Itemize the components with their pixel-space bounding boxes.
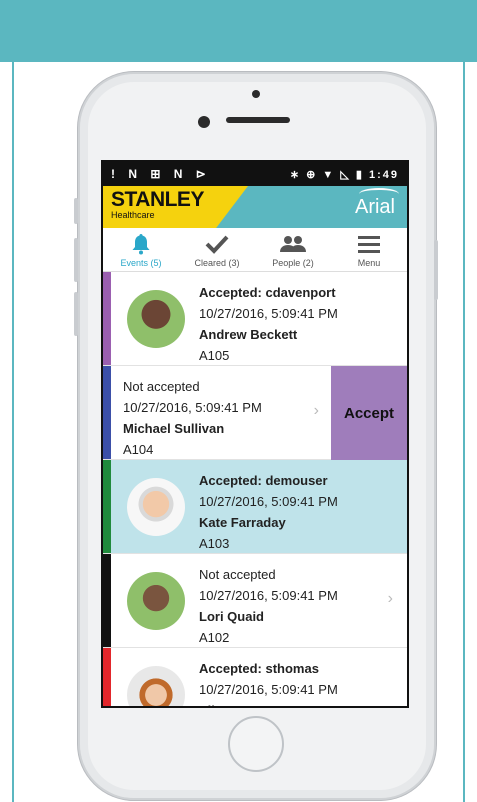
phone-screen: ! N ⊞ N ⊳ ∗ ⊕ ▼ ◺ ▮ 1:49 STANLEY Healthc… (101, 160, 409, 708)
tab-events[interactable]: Events (5) (103, 228, 179, 271)
chevron-right-icon: › (387, 590, 393, 607)
avatar (127, 290, 185, 348)
event-datetime: 10/27/2016, 5:09:41 PM (199, 682, 338, 697)
people-icon (279, 232, 307, 256)
event-datetime: 10/27/2016, 5:09:41 PM (199, 588, 338, 603)
event-datetime: 10/27/2016, 5:09:41 PM (199, 306, 338, 321)
tab-events-label: Events (5) (120, 258, 162, 268)
android-status-bar: ! N ⊞ N ⊳ ∗ ⊕ ▼ ◺ ▮ 1:49 (103, 162, 407, 186)
event-text: Accepted: cdavenport 10/27/2016, 5:09:41… (199, 272, 338, 365)
event-status: Accepted: cdavenport (199, 285, 336, 300)
system-icons: ∗ ⊕ ▼ ◺ ▮ 1:49 (290, 168, 399, 181)
event-person: Michael Sullivan (123, 421, 225, 436)
event-room: A102 (199, 630, 230, 645)
avatar (127, 572, 185, 630)
tab-cleared-label: Cleared (3) (194, 258, 240, 268)
front-camera (198, 116, 210, 128)
priority-bar (103, 272, 111, 365)
accept-button[interactable]: Accept (331, 366, 407, 460)
hamburger-menu-icon (358, 232, 380, 256)
tab-cleared[interactable]: Cleared (3) (179, 228, 255, 271)
event-text: Not accepted 10/27/2016, 5:09:41 PM Mich… (111, 366, 262, 459)
stanley-healthcare-logo: STANLEY Healthcare (103, 186, 248, 228)
priority-bar (103, 460, 111, 553)
proximity-sensor (252, 90, 260, 98)
avatar (127, 478, 185, 536)
event-datetime: 10/27/2016, 5:09:41 PM (199, 494, 338, 509)
event-person: Kate Farraday (199, 515, 286, 530)
brand-sub: Healthcare (111, 210, 155, 220)
bell-icon (131, 232, 151, 256)
brand-name: STANLEY (111, 188, 204, 211)
tab-bar: Events (5) Cleared (3) People (2) Menu (103, 228, 407, 272)
event-row[interactable]: Not accepted 10/27/2016, 5:09:41 PM Mich… (103, 366, 407, 460)
tab-menu[interactable]: Menu (331, 228, 407, 271)
priority-bar (103, 554, 111, 647)
event-row[interactable]: Accepted: sthomas 10/27/2016, 5:09:41 PM… (103, 648, 407, 706)
phone-volume-down (74, 292, 78, 336)
event-list: Accepted: cdavenport 10/27/2016, 5:09:41… (103, 272, 407, 706)
priority-bar (103, 648, 111, 706)
event-text: Accepted: sthomas 10/27/2016, 5:09:41 PM… (199, 648, 338, 706)
arial-logo: Arial (355, 188, 399, 219)
phone-power-button (434, 240, 438, 300)
tab-people[interactable]: People (2) (255, 228, 331, 271)
phone-volume-up (74, 238, 78, 282)
avatar (127, 666, 185, 706)
notification-icons: ! N ⊞ N ⊳ (111, 167, 211, 181)
event-text: Accepted: demouser 10/27/2016, 5:09:41 P… (199, 460, 338, 553)
bluetooth-wifi-signal-battery-icons: ∗ ⊕ ▼ ◺ ▮ (289, 168, 364, 181)
event-room: A104 (123, 442, 154, 457)
event-room: A105 (199, 348, 230, 363)
event-person: Elise Graves (199, 700, 338, 706)
home-button[interactable] (228, 716, 284, 772)
event-person: Lori Quaid (199, 609, 264, 624)
event-row[interactable]: Accepted: demouser 10/27/2016, 5:09:41 P… (103, 460, 407, 554)
earpiece-speaker (226, 117, 290, 123)
brand-header: STANLEY Healthcare Arial (103, 186, 407, 228)
priority-bar (103, 366, 111, 459)
event-status: Accepted: demouser (199, 473, 328, 488)
tab-menu-label: Menu (357, 258, 381, 268)
event-text: Not accepted 10/27/2016, 5:09:41 PM Lori… (199, 554, 338, 647)
event-status: Not accepted (123, 379, 200, 394)
phone-mute-switch (74, 198, 78, 224)
top-header-band (0, 0, 477, 62)
event-status: Not accepted (199, 567, 276, 582)
arial-logo-arc (358, 188, 399, 200)
checkmark-icon (205, 232, 229, 256)
event-room: A103 (199, 536, 230, 551)
chevron-right-icon: › (313, 402, 319, 419)
tab-people-label: People (2) (272, 258, 314, 268)
event-status: Accepted: sthomas (199, 661, 319, 676)
event-row[interactable]: Accepted: cdavenport 10/27/2016, 5:09:41… (103, 272, 407, 366)
event-person: Andrew Beckett (199, 327, 298, 342)
status-time: 1:49 (368, 168, 399, 181)
event-datetime: 10/27/2016, 5:09:41 PM (123, 400, 262, 415)
event-row[interactable]: Not accepted 10/27/2016, 5:09:41 PM Lori… (103, 554, 407, 648)
